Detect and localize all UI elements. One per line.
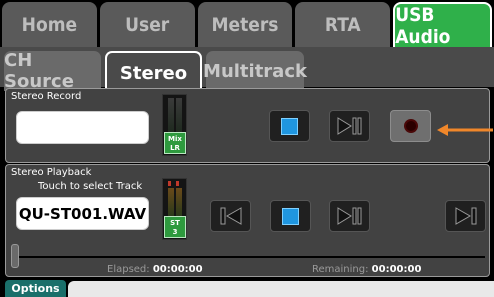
top-tab-bar: Home User Meters RTA USB Audio [0,0,494,48]
tab-rta[interactable]: RTA [295,2,391,47]
tab-user[interactable]: User [99,2,195,47]
stereo-playback-panel: Stereo Playback Touch to select Track QU… [5,164,490,277]
subtab-stereo[interactable]: Stereo [105,51,202,93]
track-select-field[interactable]: QU-ST001.WAV [16,197,149,230]
record-button[interactable] [390,110,431,142]
st3-meter-label[interactable]: ST 3 [164,216,186,238]
previous-track-button[interactable] [210,200,251,232]
skip-back-icon [220,207,241,225]
elapsed-label: Elapsed: [107,264,150,275]
record-panel-title: Stereo Record [11,91,82,102]
playback-play-pause-button[interactable] [329,200,370,232]
subtab-ch-source[interactable]: CH Source [4,50,101,92]
tab-home[interactable]: Home [2,2,97,47]
stop-icon [282,207,299,225]
remaining-label: Remaining: [312,264,369,275]
remaining-value: 00:00:00 [371,264,422,275]
stereo-record-panel: Stereo Record Mix LR [5,88,490,163]
playback-panel-title: Stereo Playback [11,167,92,178]
subtab-multitrack[interactable]: Multitrack [203,51,307,91]
record-stop-button[interactable] [269,110,310,142]
play-pause-icon [337,207,361,225]
next-track-button[interactable] [445,200,486,232]
tab-meters[interactable]: Meters [197,2,293,47]
elapsed-time: Elapsed: 00:00:00 [107,264,203,275]
arrow-pointer-icon [437,124,493,136]
bottom-bar [68,281,494,297]
playback-hint: Touch to select Track [38,181,143,192]
tab-usb-audio[interactable]: USB Audio [393,2,492,48]
position-slider-handle[interactable] [11,244,19,268]
play-pause-icon [337,117,361,135]
record-play-pause-button[interactable] [329,110,370,142]
mix-lr-meter: Mix LR [162,94,187,156]
sub-tab-bar: CH Source Stereo Multitrack [0,47,494,93]
position-slider-track[interactable] [15,256,485,258]
remaining-time: Remaining: 00:00:00 [312,264,421,275]
elapsed-value: 00:00:00 [152,264,203,275]
mix-lr-meter-label[interactable]: Mix LR [164,132,186,154]
options-button[interactable]: Options [5,280,66,297]
record-icon [403,119,418,133]
record-name-field[interactable] [16,111,149,144]
playback-stop-button[interactable] [270,200,311,232]
stop-icon [281,117,298,135]
st3-meter: ST 3 [162,178,187,240]
skip-forward-icon [455,207,476,225]
